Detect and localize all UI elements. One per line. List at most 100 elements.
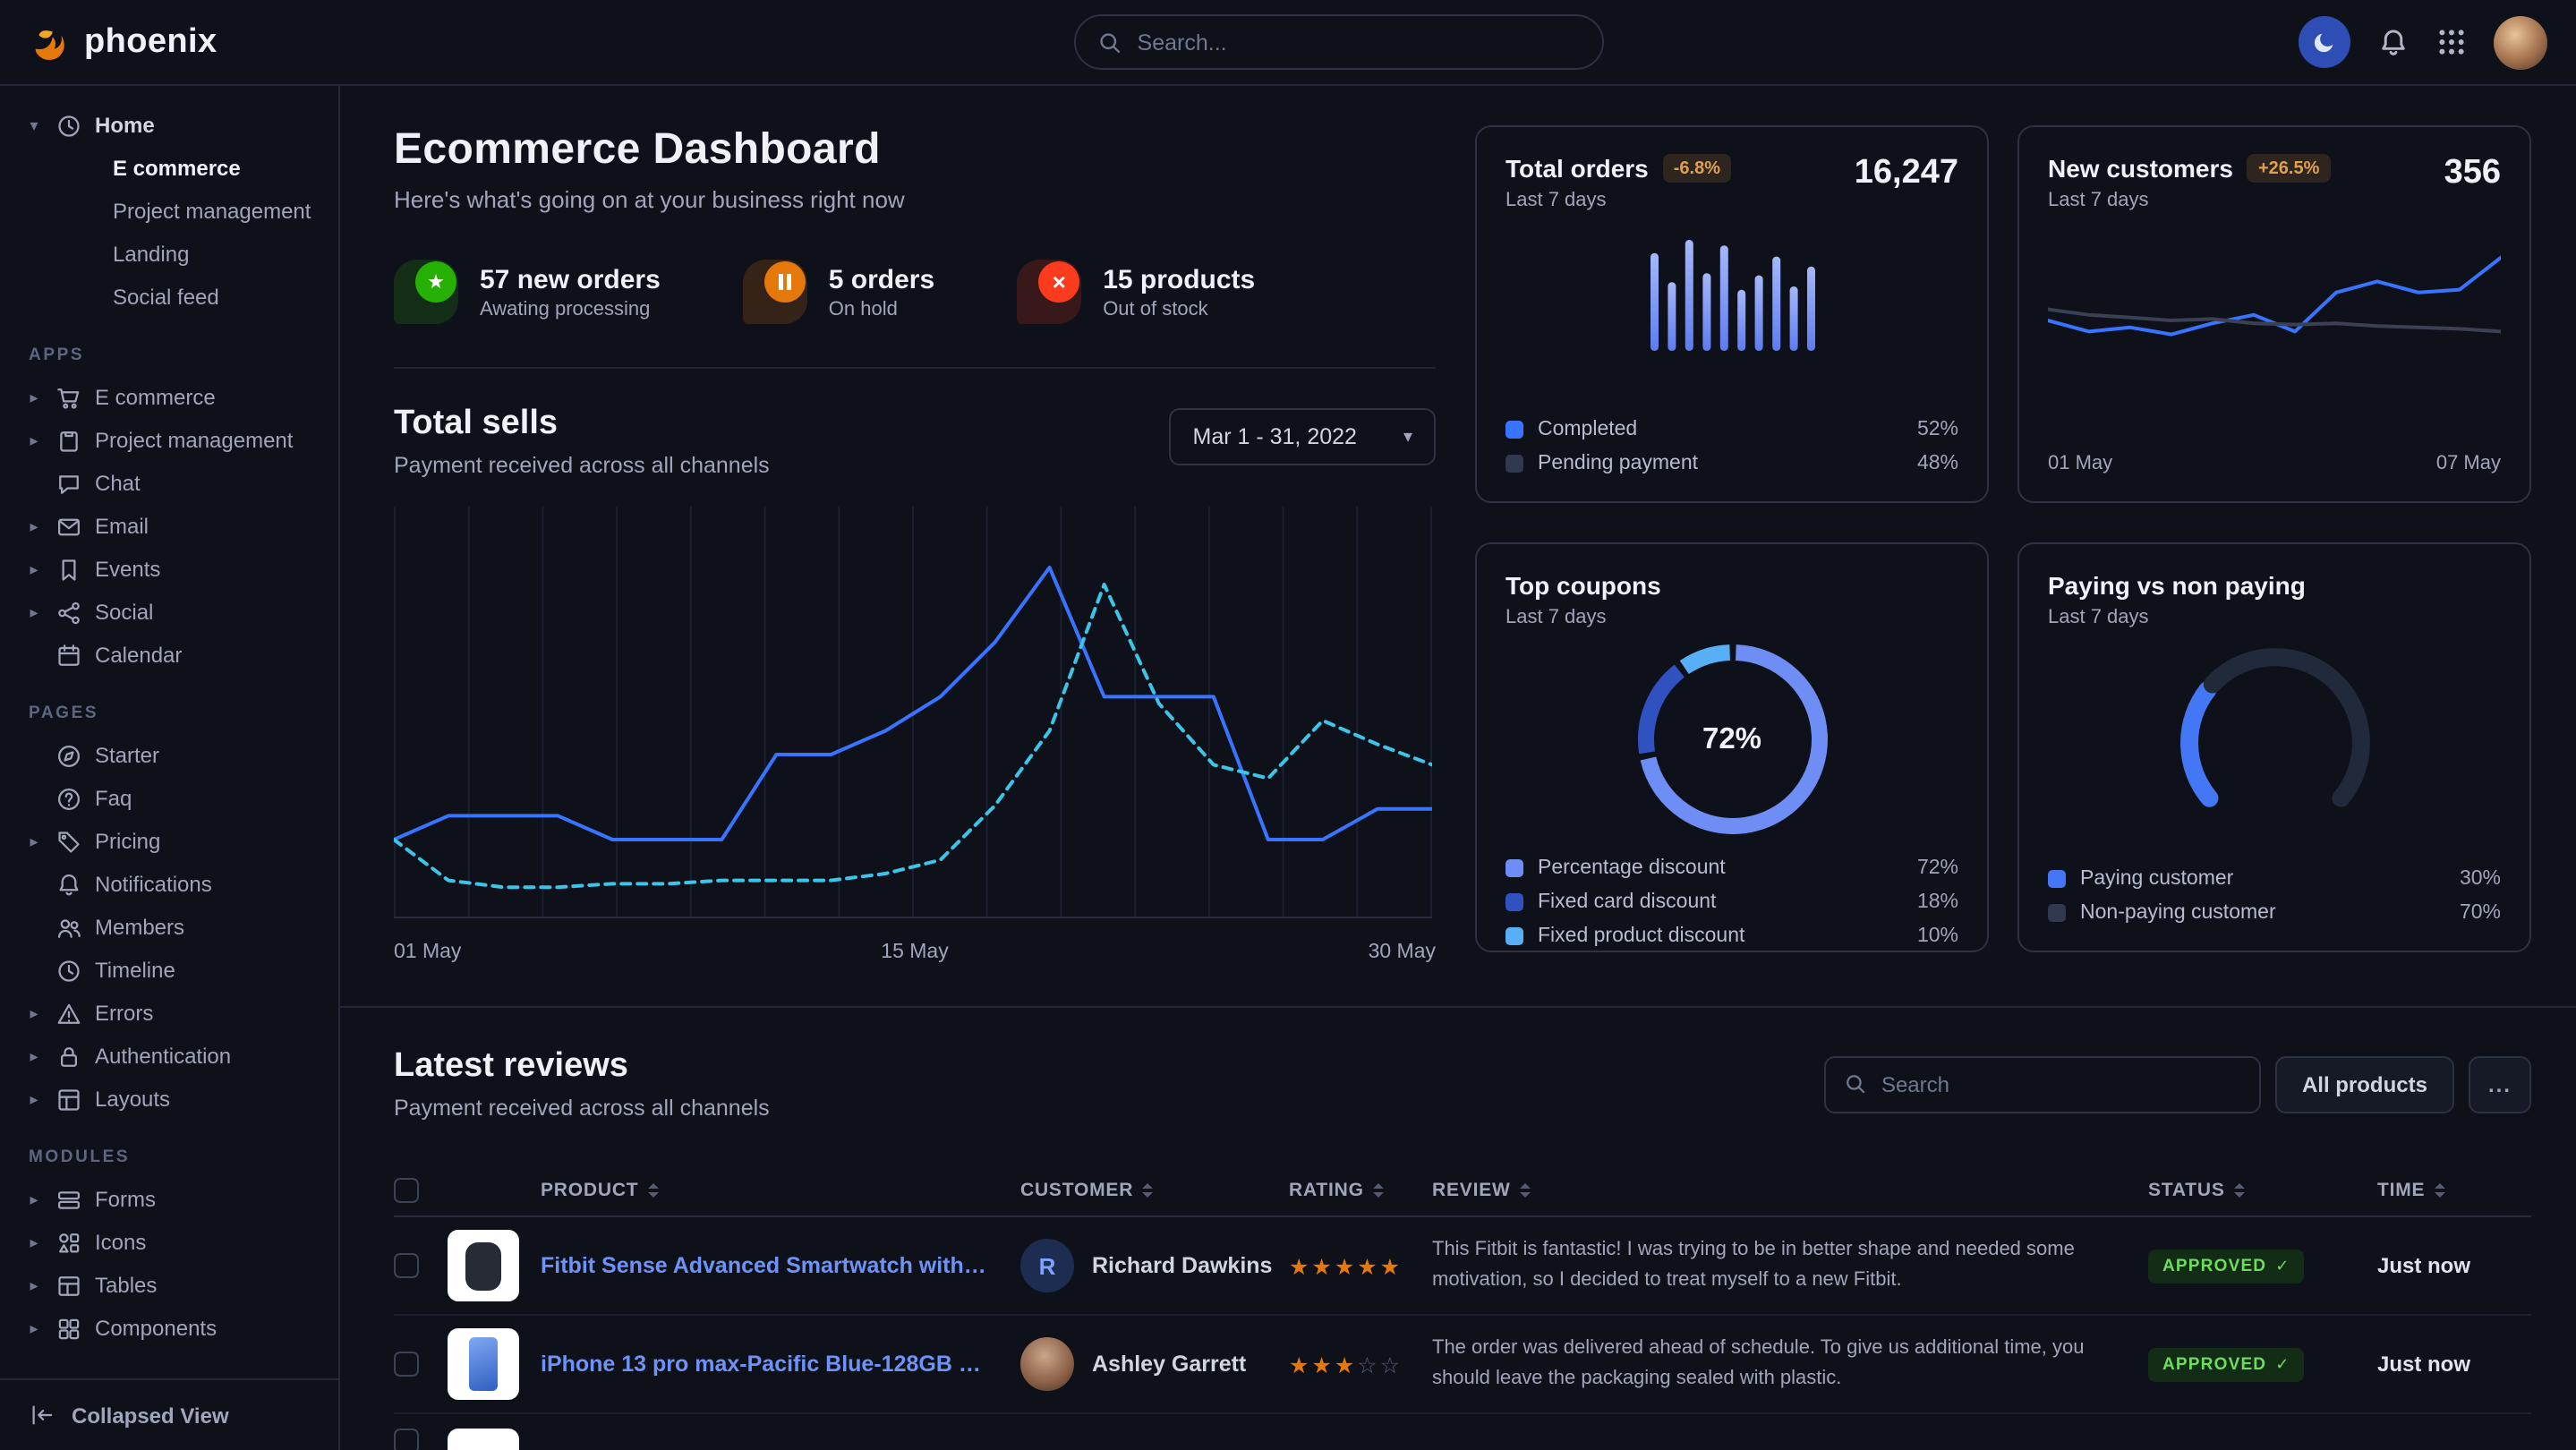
user-avatar[interactable] (2494, 15, 2547, 69)
legend-item: Non-paying customer 70% (2048, 902, 2501, 924)
search-input[interactable] (1138, 30, 1582, 55)
table-row[interactable]: iPhone 13 pro max-Pacific Blue-128GB sto… (394, 1316, 2531, 1414)
row-checkbox[interactable] (394, 1253, 419, 1278)
bookmark-icon (55, 556, 82, 583)
reviews-search-input[interactable] (1881, 1071, 2241, 1096)
sidebar-item-tables[interactable]: ▸Tables (25, 1264, 328, 1307)
sidebar-item-calendar[interactable]: Calendar (25, 634, 328, 677)
phoenix-dashboard: phoenix (0, 0, 2576, 1450)
card-period: Last 7 days (1506, 607, 1958, 628)
chevron-right-icon: ▸ (25, 516, 43, 536)
sidebar-section-pages: PAGES (29, 704, 328, 723)
sort-icon (1142, 1182, 1153, 1197)
row-checkbox[interactable] (394, 1352, 419, 1377)
star-icon: ★ (427, 270, 445, 294)
brand[interactable]: phoenix (29, 21, 340, 63)
sidebar-item-home[interactable]: ▾ Home (25, 104, 328, 147)
sidebar-item-landing[interactable]: Landing (25, 233, 328, 276)
collapse-icon (29, 1402, 55, 1429)
sidebar-item-label: Notifications (95, 872, 212, 897)
sidebar-item-faq[interactable]: Faq (25, 777, 328, 820)
sidebar-item-label: Authentication (95, 1044, 231, 1069)
card-period: Last 7 days (2048, 190, 2444, 211)
sidebar-item-layouts[interactable]: ▸Layouts (25, 1078, 328, 1121)
rating-stars: ★★★☆☆ (1289, 1351, 1432, 1378)
check-icon: ✓ (2275, 1355, 2290, 1375)
sidebar-item-starter[interactable]: Starter (25, 734, 328, 777)
sidebar-item-authentication[interactable]: ▸Authentication (25, 1035, 328, 1078)
product-link[interactable]: iPhone 13 pro max-Pacific Blue-128GB sto… (541, 1352, 1020, 1377)
collapsed-view-toggle[interactable]: Collapsed View (0, 1378, 338, 1450)
row-checkbox[interactable] (394, 1429, 419, 1450)
column-header-status[interactable]: STATUS (2148, 1179, 2377, 1200)
legend-item: Fixed card discount 18% (1506, 891, 1958, 913)
all-products-button[interactable]: All products (2275, 1055, 2454, 1113)
sidebar-item-social-feed[interactable]: Social feed (25, 276, 328, 319)
chevron-right-icon: ▸ (25, 1190, 43, 1209)
legend-item: Percentage discount 72% (1506, 857, 1958, 879)
sidebar-item-label: Icons (95, 1230, 146, 1255)
theme-toggle-button[interactable] (2299, 16, 2350, 68)
sidebar-item-pricing[interactable]: ▸Pricing (25, 820, 328, 863)
column-header-customer[interactable]: CUSTOMER (1020, 1179, 1289, 1200)
sidebar-item-email[interactable]: ▸Email (25, 505, 328, 548)
review-time: Just now (2377, 1352, 2531, 1377)
product-thumbnail[interactable] (448, 1230, 519, 1301)
stat-new-orders: ★ 57 new orders Awating processing (394, 260, 661, 324)
trend-badge: +26.5% (2248, 154, 2330, 183)
column-header-product[interactable]: PRODUCT (541, 1179, 1020, 1200)
chevron-right-icon: ▸ (25, 602, 43, 622)
new-customers-chart (2048, 233, 2501, 405)
table-row[interactable] (394, 1414, 2531, 1450)
more-options-button[interactable]: ... (2469, 1055, 2531, 1113)
sidebar-item-events[interactable]: ▸Events (25, 548, 328, 591)
apps-grid-button[interactable] (2436, 27, 2467, 57)
sidebar-item-label: Errors (95, 1001, 153, 1026)
sidebar-item-components[interactable]: ▸Components (25, 1307, 328, 1350)
sidebar-item-social[interactable]: ▸Social (25, 591, 328, 634)
reviews-toolbar: All products ... (1824, 1055, 2531, 1113)
sidebar-item-chat[interactable]: Chat (25, 462, 328, 505)
sidebar-item-timeline[interactable]: Timeline (25, 949, 328, 992)
date-range-select[interactable]: Mar 1 - 31, 2022 ▾ (1170, 408, 1437, 465)
sidebar-item-members[interactable]: Members (25, 906, 328, 949)
total-orders-value: 16,247 (1855, 154, 1958, 193)
notifications-button[interactable] (2377, 26, 2410, 58)
brand-name: phoenix (84, 22, 218, 62)
reviews-search (1824, 1055, 2261, 1113)
sidebar-item-project-management[interactable]: Project management (25, 190, 328, 233)
select-all-checkbox[interactable] (394, 1177, 419, 1202)
rating-stars: ★★★★★ (1289, 1252, 1432, 1279)
sort-icon (647, 1182, 658, 1197)
status-badge: APPROVED✓ (2148, 1250, 2305, 1284)
latest-reviews-section: Latest reviews Payment received across a… (340, 1006, 2576, 1450)
top-coupons-donut-chart: 72% (1635, 643, 1829, 836)
kpi-cards: Total orders -6.8% Last 7 days 16,247 (1475, 125, 2531, 963)
paying-vs-nonpaying-card: Paying vs non paying Last 7 days Paying … (2017, 542, 2531, 952)
sidebar-item-notifications[interactable]: Notifications (25, 863, 328, 906)
product-thumbnail[interactable] (448, 1328, 519, 1400)
product-link[interactable]: Fitbit Sense Advanced Smartwatch with To… (541, 1253, 1020, 1278)
product-thumbnail[interactable] (448, 1429, 519, 1450)
stat-caption: Awating processing (480, 298, 661, 320)
table-row[interactable]: Fitbit Sense Advanced Smartwatch with To… (394, 1217, 2531, 1316)
column-header-time[interactable]: TIME (2377, 1179, 2531, 1200)
sidebar-item-project-management[interactable]: ▸Project management (25, 419, 328, 462)
sidebar-item-forms[interactable]: ▸Forms (25, 1178, 328, 1221)
share-icon (55, 599, 82, 626)
chevron-right-icon: ▸ (25, 1275, 43, 1295)
total-sells-title: Total sells (394, 405, 770, 444)
column-header-review[interactable]: REVIEW (1432, 1179, 2148, 1200)
column-header-rating[interactable]: RATING (1289, 1179, 1432, 1200)
cart-icon (55, 384, 82, 411)
sidebar-item-errors[interactable]: ▸Errors (25, 992, 328, 1035)
lock-icon (55, 1043, 82, 1070)
card-period: Last 7 days (2048, 607, 2501, 628)
sidebar-item-e-commerce[interactable]: ▸E commerce (25, 376, 328, 419)
stat-value: 15 products (1103, 264, 1255, 294)
clock-icon (55, 112, 82, 139)
sort-icon (2234, 1182, 2245, 1197)
sidebar-item-icons[interactable]: ▸Icons (25, 1221, 328, 1264)
sidebar-item-e-commerce[interactable]: E commerce (25, 147, 328, 190)
sidebar-item-label: Starter (95, 743, 159, 768)
